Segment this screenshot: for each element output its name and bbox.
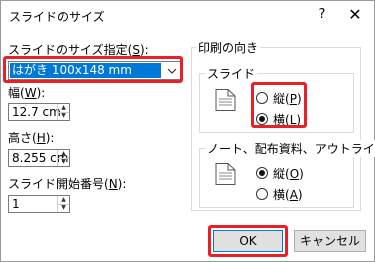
orientation-group-title: 印刷の向き xyxy=(196,39,261,56)
start-number-label: スライド開始番号(N): xyxy=(8,177,127,191)
width-spinner[interactable]: 12.7 cm ▲ ▼ xyxy=(8,103,70,121)
highlight-ok-button xyxy=(208,225,288,257)
height-label: 高さ(H): xyxy=(8,131,55,145)
slides-orientation-title: スライド xyxy=(205,65,258,82)
notes-landscape-radio[interactable] xyxy=(256,188,268,200)
highlight-slide-size xyxy=(3,56,183,83)
title-bar: スライドのサイズ ? ✕ xyxy=(1,1,374,31)
width-label: 幅(W): xyxy=(8,86,46,100)
close-icon[interactable]: ✕ xyxy=(346,5,364,24)
notes-orientation-title: ノート、配布資料、アウトライン xyxy=(205,140,375,157)
help-icon[interactable]: ? xyxy=(315,7,329,22)
notes-portrait-label[interactable]: 縦(O) xyxy=(273,165,304,182)
notes-portrait-radio[interactable] xyxy=(256,167,268,179)
height-spinner[interactable]: 8.255 cm ▲ ▼ xyxy=(8,149,70,167)
width-value[interactable]: 12.7 cm xyxy=(12,105,61,120)
width-down-icon[interactable]: ▼ xyxy=(58,112,69,120)
dialog-title: スライドのサイズ xyxy=(9,10,105,24)
notes-document-icon xyxy=(215,163,236,185)
cancel-button[interactable]: キャンセル xyxy=(294,230,366,252)
slide-size-dialog: スライドのサイズ ? ✕ スライドのサイズ指定(S): はがき 100x148 … xyxy=(0,0,375,262)
start-number-down-icon[interactable]: ▼ xyxy=(58,204,69,212)
start-number-spinner[interactable]: 1 ▲ ▼ xyxy=(8,195,70,213)
start-number-value[interactable]: 1 xyxy=(12,197,20,212)
height-down-icon[interactable]: ▼ xyxy=(58,158,69,166)
slide-document-icon xyxy=(215,89,236,111)
highlight-slides-orientation xyxy=(251,82,307,128)
notes-landscape-label[interactable]: 横(A) xyxy=(273,186,303,203)
